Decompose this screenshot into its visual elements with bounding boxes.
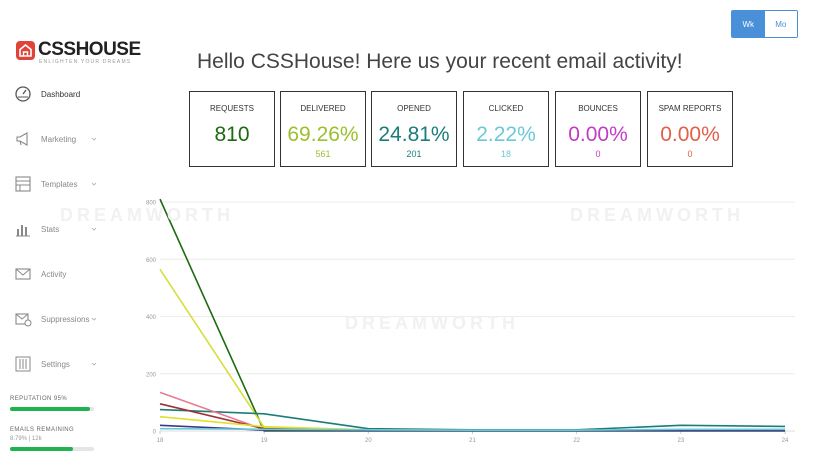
bar-chart-icon — [16, 225, 30, 237]
sliders-icon — [15, 356, 31, 372]
sidebar-item-label: Suppressions — [41, 314, 90, 324]
reputation-bar — [10, 407, 94, 411]
logo-tagline: ENLIGHTEN YOUR DREAMS — [39, 59, 132, 65]
chevron-down-icon — [91, 227, 97, 231]
sidebar-item-suppressions[interactable]: Suppressions — [0, 304, 130, 334]
chevron-down-icon — [91, 137, 97, 141]
stat-sub: 561 — [315, 149, 331, 159]
stat-card-bounces[interactable]: BOUNCES 0.00% 0 — [555, 91, 641, 167]
stat-card-opened[interactable]: OPENED 24.81% 201 — [371, 91, 457, 167]
emails-remaining-bar — [10, 447, 94, 451]
sidebar-item-label: Activity — [41, 269, 67, 279]
series-line-5 — [159, 415, 785, 432]
gauge-icon — [15, 86, 31, 102]
sidebar-item-label: Settings — [41, 359, 70, 369]
emails-remaining-bar-fill — [10, 447, 73, 451]
stat-sub: 0 — [595, 149, 601, 159]
month-button[interactable]: Mo — [764, 11, 797, 37]
stat-label: CLICKED — [488, 104, 524, 113]
sidebar-item-templates[interactable]: Templates — [0, 169, 130, 199]
page-title: Hello CSSHouse! Here us your recent emai… — [197, 50, 683, 73]
chevron-down-icon — [91, 317, 97, 321]
sidebar-item-label: Dashboard — [41, 89, 81, 99]
series-line-1 — [159, 268, 785, 432]
logo[interactable]: CSSHOUSE ENLIGHTEN YOUR DREAMS — [16, 40, 146, 66]
sidebar-item-dashboard[interactable]: Dashboard — [0, 79, 130, 109]
chevron-down-icon — [91, 362, 97, 366]
chevron-down-icon — [91, 182, 97, 186]
envelope-icon — [15, 268, 31, 280]
envelope-block-icon — [15, 313, 32, 327]
stat-value: 24.81% — [378, 123, 450, 146]
series-line-4 — [159, 403, 785, 432]
x-tick-label: 22 — [573, 438, 580, 444]
sidebar-item-settings[interactable]: Settings — [0, 349, 130, 379]
stat-label: REQUESTS — [209, 104, 254, 113]
house-logo-icon — [16, 41, 35, 60]
template-icon — [15, 176, 31, 192]
period-toggle: Wk Mo — [731, 10, 798, 38]
stat-label: BOUNCES — [578, 104, 618, 113]
reputation-bar-fill — [10, 407, 90, 411]
emails-remaining-label: EMAILS REMAINING — [10, 427, 75, 433]
stat-sub: 201 — [406, 149, 422, 159]
y-tick-label: 600 — [146, 258, 157, 264]
stat-label: DELIVERED — [300, 104, 346, 113]
y-tick-label: 0 — [153, 430, 157, 436]
y-tick-label: 400 — [146, 315, 157, 321]
x-tick-label: 20 — [365, 438, 372, 444]
stat-value: 0.00% — [568, 123, 628, 146]
x-tick-label: 18 — [157, 438, 164, 444]
x-tick-label: 24 — [782, 438, 789, 444]
sidebar-item-activity[interactable]: Activity — [0, 259, 130, 289]
stat-value: 2.22% — [476, 123, 536, 146]
series-line-7 — [159, 427, 785, 431]
series-line-2 — [159, 408, 786, 431]
week-button[interactable]: Wk — [732, 11, 765, 37]
sidebar-item-label: Stats — [41, 224, 60, 234]
megaphone-icon — [16, 132, 28, 146]
series-line-6 — [159, 424, 785, 432]
logo-name: CSSHOUSE — [38, 39, 141, 60]
stat-label: OPENED — [397, 104, 431, 113]
stat-value: 0.00% — [660, 123, 720, 146]
sidebar-item-stats[interactable]: Stats — [0, 214, 130, 244]
stat-sub: 0 — [687, 149, 693, 159]
stat-value: 69.26% — [287, 123, 359, 146]
x-tick-label: 19 — [261, 438, 268, 444]
y-tick-label: 200 — [146, 372, 157, 378]
watermark: DREAMWORTH — [345, 313, 519, 333]
emails-remaining-value: 8.79% | 12k — [10, 436, 42, 442]
stat-sub: 18 — [500, 149, 511, 159]
sidebar-item-label: Marketing — [41, 134, 77, 144]
sidebar-item-label: Templates — [41, 179, 78, 189]
reputation-label: REPUTATION 95% — [10, 396, 68, 402]
x-tick-label: 23 — [677, 438, 684, 444]
stat-card-delivered[interactable]: DELIVERED 69.26% 561 — [280, 91, 366, 167]
stat-card-spam-reports[interactable]: SPAM REPORTS 0.00% 0 — [647, 91, 733, 167]
watermark: DREAMWORTH — [570, 205, 744, 225]
stat-card-clicked[interactable]: CLICKED 2.22% 18 — [463, 91, 549, 167]
sidebar-item-marketing[interactable]: Marketing — [0, 124, 130, 154]
stat-card-requests[interactable]: REQUESTS 810 — [189, 91, 275, 167]
series-line-3 — [159, 391, 785, 432]
x-tick-label: 21 — [469, 438, 476, 444]
stat-value: 810 — [214, 123, 250, 146]
stat-label: SPAM REPORTS — [658, 104, 722, 113]
